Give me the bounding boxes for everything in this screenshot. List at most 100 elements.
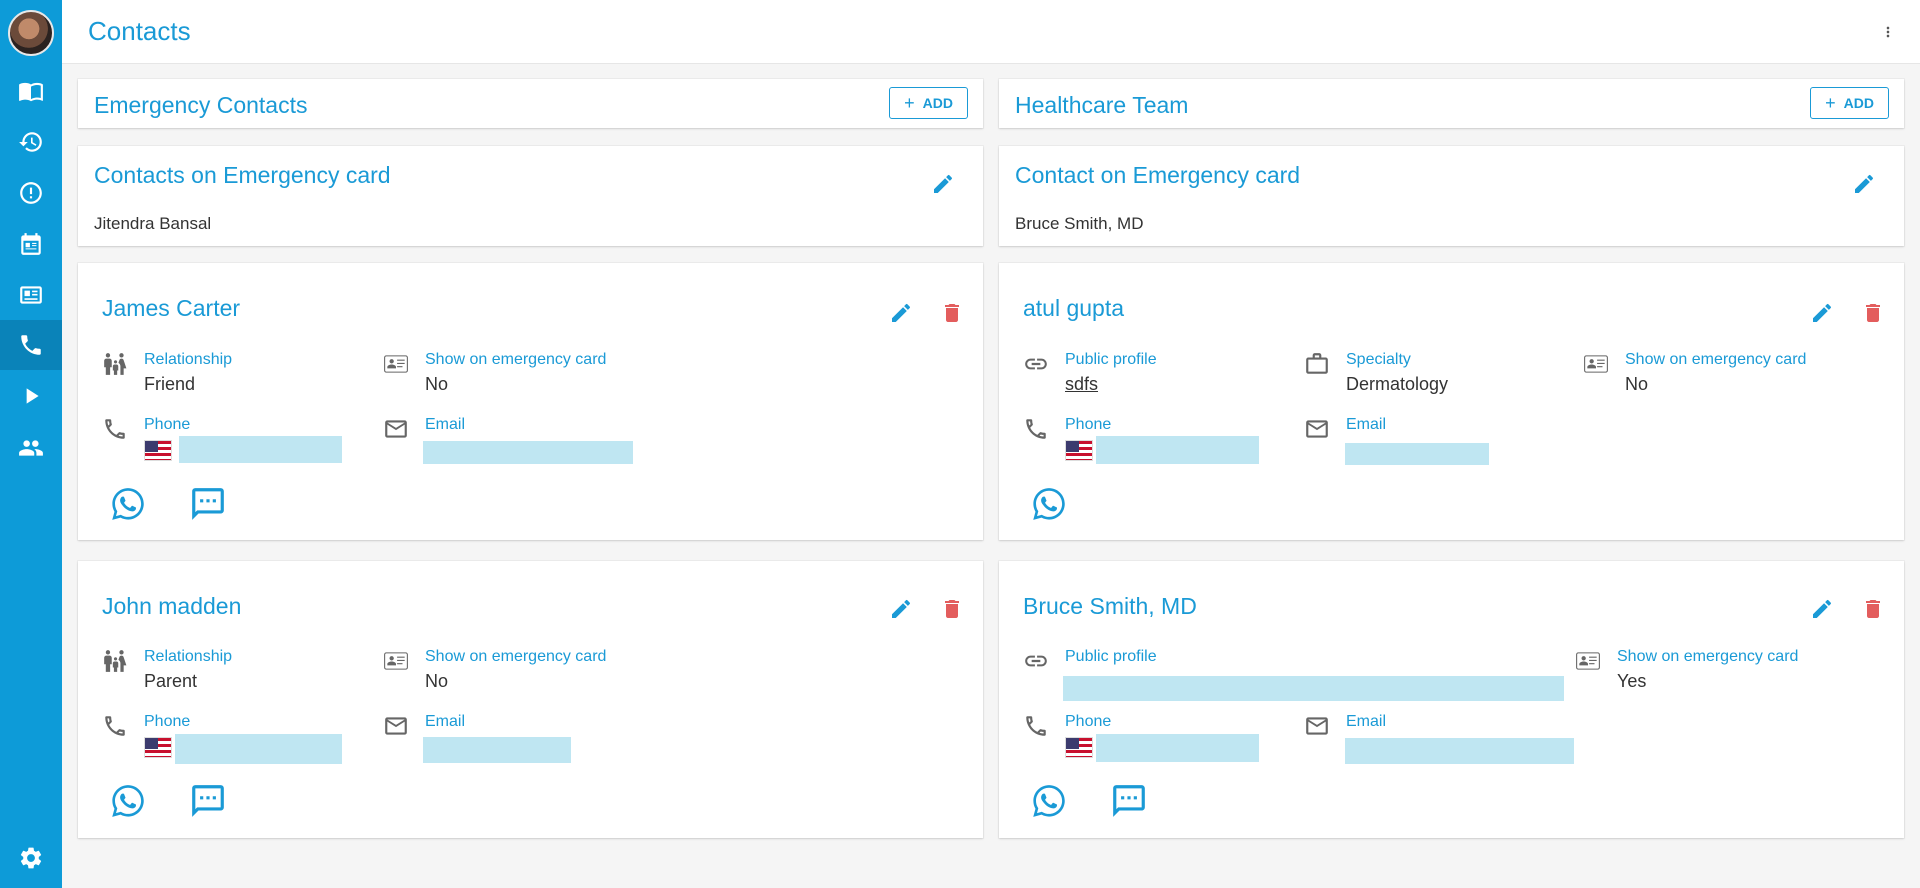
history-icon [18,129,44,155]
email-redacted [1345,443,1489,465]
phone-redacted [1096,436,1259,464]
link-icon [1023,648,1049,674]
phone-redacted [179,436,342,463]
more-vert-icon [1880,20,1896,44]
phone-icon [18,332,44,358]
emergency-card-title: Contacts on Emergency card [94,162,391,188]
whatsapp-icon [109,485,147,523]
nav-journal[interactable] [0,66,62,116]
phone-redacted [175,734,342,764]
sms-button[interactable] [187,780,229,822]
calendar-icon [18,231,44,257]
delete-contact-button[interactable] [936,297,968,329]
section-title: Healthcare Team [1015,92,1189,118]
us-flag-icon [1065,737,1093,758]
mail-icon [1304,416,1330,442]
phone-outline-icon [1023,416,1049,442]
sms-button[interactable] [187,483,229,525]
add-emergency-contact-button[interactable]: + ADD [889,87,968,119]
contact-name: John madden [102,593,242,619]
whatsapp-icon [1030,782,1068,820]
avatar[interactable] [8,10,54,56]
whatsapp-button[interactable] [1028,483,1070,525]
trash-icon [1861,301,1885,325]
us-flag-icon [1065,440,1093,461]
book-icon [18,78,44,104]
contact-card: Bruce Smith, MD Public profile Show on e… [999,561,1904,838]
edit-contact-button[interactable] [1806,297,1838,329]
delete-contact-button[interactable] [936,593,968,625]
id-card-icon [18,282,44,308]
id-badge-icon [383,648,409,674]
gear-icon [18,845,44,871]
more-menu-button[interactable] [1880,20,1896,44]
sms-icon [1110,782,1148,820]
nav-alerts[interactable] [0,168,62,218]
trash-icon [940,597,964,621]
plus-icon: + [1825,92,1836,113]
nav-contacts[interactable] [0,320,62,370]
trash-icon [940,301,964,325]
edit-emergency-card-button[interactable] [927,168,959,200]
delete-contact-button[interactable] [1857,593,1889,625]
healthcare-team-header: Healthcare Team + ADD [999,79,1904,128]
pencil-icon [1810,597,1834,621]
nav-media[interactable] [0,371,62,421]
whatsapp-button[interactable] [107,483,149,525]
phone-outline-icon [1023,713,1049,739]
sms-icon [189,485,227,523]
pencil-icon [1852,172,1876,196]
public-profile-redacted [1063,676,1564,701]
us-flag-icon [144,737,172,758]
delete-contact-button[interactable] [1857,297,1889,329]
sms-icon [189,782,227,820]
edit-contact-button[interactable] [885,593,917,625]
id-badge-icon [383,351,409,377]
nav-appointments[interactable] [0,219,62,269]
phone-outline-icon [102,713,128,739]
pencil-icon [1810,301,1834,325]
nav-id-card[interactable] [0,270,62,320]
nav-settings[interactable] [0,833,62,883]
contact-name: atul gupta [1023,295,1125,321]
emergency-card-summary: Contacts on Emergency card Jitendra Bans… [78,146,983,246]
healthcare-card-summary: Contact on Emergency card Bruce Smith, M… [999,146,1904,246]
link-icon [1023,351,1049,377]
whatsapp-icon [1030,485,1068,523]
contact-name: Bruce Smith, MD [1023,593,1197,619]
whatsapp-button[interactable] [107,780,149,822]
public-profile-link[interactable]: sdfs [1065,374,1098,395]
pencil-icon [931,172,955,196]
contact-card: John madden Relationship Parent Show on … [78,561,983,838]
us-flag-icon [144,440,172,461]
edit-contact-button[interactable] [885,297,917,329]
sidebar [0,0,62,888]
alert-icon [18,180,44,206]
nav-people[interactable] [0,423,62,473]
family-icon [102,648,128,674]
whatsapp-button[interactable] [1028,780,1070,822]
edit-contact-button[interactable] [1806,593,1838,625]
edit-emergency-card-button[interactable] [1848,168,1880,200]
emergency-card-title: Contact on Emergency card [1015,162,1301,188]
email-redacted [423,737,571,763]
emergency-card-value: Jitendra Bansal [94,214,212,233]
section-title: Emergency Contacts [94,92,308,118]
contact-card: James Carter Relationship Friend Show on… [78,263,983,540]
family-icon [102,351,128,377]
people-icon [18,435,44,461]
email-redacted [423,441,633,464]
emergency-card-value: Bruce Smith, MD [1015,214,1144,233]
add-healthcare-contact-button[interactable]: + ADD [1810,87,1889,119]
briefcase-icon [1304,351,1330,377]
id-badge-icon [1575,648,1601,674]
whatsapp-icon [109,782,147,820]
pencil-icon [889,597,913,621]
nav-history[interactable] [0,117,62,167]
sms-button[interactable] [1108,780,1150,822]
mail-icon [1304,713,1330,739]
emergency-contacts-header: Emergency Contacts + ADD [78,79,983,128]
plus-icon: + [904,92,915,113]
contact-card: atul gupta Public profile sdfs Specialty… [999,263,1904,540]
email-redacted [1345,738,1574,764]
